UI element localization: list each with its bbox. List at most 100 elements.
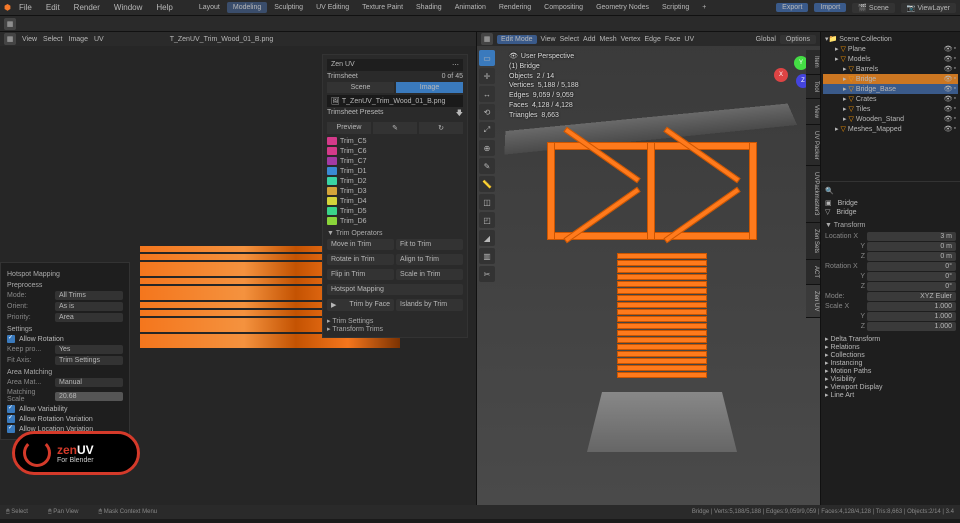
vp-menu-edge[interactable]: Edge <box>645 36 661 43</box>
priority-value[interactable]: Area <box>55 313 123 322</box>
fit-button[interactable]: Fit to Trim <box>396 239 463 250</box>
transform-header[interactable]: Transform <box>834 222 866 229</box>
trim-item[interactable]: Trim_C5 <box>327 136 463 146</box>
prop-mesh-name[interactable]: Bridge <box>836 209 856 216</box>
editor-type-icon[interactable]: ▦ <box>4 18 16 30</box>
nav-gizmo[interactable]: X Y Z <box>774 52 810 88</box>
vtab-uvpacker[interactable]: UV Packer <box>806 125 820 167</box>
rotate-tool[interactable]: ⟲ <box>479 104 495 120</box>
vtab-tool[interactable]: Tool <box>806 75 820 99</box>
trim-item[interactable]: Trim_D4 <box>327 196 463 206</box>
move-button[interactable]: Move in Trim <box>327 239 394 250</box>
workspace-texture[interactable]: Texture Paint <box>356 2 409 13</box>
vtab-zenuv[interactable]: Zen UV <box>806 285 820 318</box>
uv-menu-select[interactable]: Select <box>43 36 62 43</box>
trim-item[interactable]: Trim_C7 <box>327 156 463 166</box>
prop-obj-name[interactable]: Bridge <box>838 200 858 207</box>
restrict-icon[interactable]: ▫ <box>954 55 956 63</box>
menu-edit[interactable]: Edit <box>40 1 66 14</box>
restrict-icon[interactable]: ▫ <box>954 85 956 93</box>
uv-menu-image[interactable]: Image <box>69 36 88 43</box>
workspace-geonodes[interactable]: Geometry Nodes <box>590 2 655 13</box>
loc-y-value[interactable]: 0 m <box>867 242 956 251</box>
restrict-icon[interactable]: ▫ <box>954 45 956 53</box>
outliner-item[interactable]: ▸▽Wooden_Stand👁▫ <box>823 114 958 124</box>
bevel-tool[interactable]: ◢ <box>479 230 495 246</box>
inset-tool[interactable]: ◰ <box>479 212 495 228</box>
eye-icon[interactable]: 👁 <box>944 125 953 133</box>
prop-section[interactable]: ▸ Delta Transform <box>825 335 956 343</box>
outliner-item[interactable]: ▸▽Crates👁▫ <box>823 94 958 104</box>
eye-icon[interactable]: 👁 <box>944 95 953 103</box>
prop-section[interactable]: ▸ Visibility <box>825 375 956 383</box>
workspace-rendering[interactable]: Rendering <box>493 2 537 13</box>
workspace-compositing[interactable]: Compositing <box>538 2 589 13</box>
options-button[interactable]: Options <box>780 35 816 44</box>
restrict-icon[interactable]: ▫ <box>954 65 956 73</box>
mode-badge[interactable]: Edit Mode <box>497 35 537 44</box>
axis-x-icon[interactable]: X <box>774 68 788 82</box>
tab-image[interactable]: Image <box>396 82 463 93</box>
mode-value[interactable]: All Trims <box>55 291 123 300</box>
prop-section[interactable]: ▸ Collections <box>825 351 956 359</box>
prop-section[interactable]: ▸ Relations <box>825 343 956 351</box>
edit-icon[interactable]: ✎ <box>373 122 417 134</box>
restrict-icon[interactable]: ▫ <box>954 75 956 83</box>
viewport-editor-icon[interactable]: ▦ <box>481 33 493 45</box>
prop-section[interactable]: ▸ Viewport Display <box>825 383 956 391</box>
measure-tool[interactable]: 📏 <box>479 176 495 192</box>
scale-x-value[interactable]: 1.000 <box>867 302 956 311</box>
viewport-3d[interactable]: ▦ Edit Mode View Select Add Mesh Vertex … <box>476 32 820 505</box>
rotate-button[interactable]: Rotate in Trim <box>327 254 394 265</box>
global-dropdown[interactable]: Global <box>756 36 776 43</box>
loc-z-value[interactable]: 0 m <box>867 252 956 261</box>
menu-window[interactable]: Window <box>108 1 148 14</box>
scale-button[interactable]: Scale in Trim <box>396 269 463 280</box>
transform-tool[interactable]: ⊕ <box>479 140 495 156</box>
outliner-item[interactable]: ▸▽Models👁▫ <box>823 54 958 64</box>
trim-item[interactable]: Trim_D1 <box>327 166 463 176</box>
outliner-scene-collection[interactable]: ▾📁Scene Collection <box>823 34 958 44</box>
vp-menu-vertex[interactable]: Vertex <box>621 36 641 43</box>
close-icon[interactable]: ⋯ <box>452 61 459 69</box>
vp-menu-uv[interactable]: UV <box>684 36 694 43</box>
workspace-uv[interactable]: UV Editing <box>310 2 355 13</box>
eye-icon[interactable]: 👁 <box>944 85 953 93</box>
allow-rotation-check[interactable]: Allow Rotation <box>7 335 123 343</box>
rot-y-value[interactable]: 0° <box>867 272 956 281</box>
uv-menu-view[interactable]: View <box>22 36 37 43</box>
eye-icon[interactable]: 👁 <box>944 55 953 63</box>
tab-scene[interactable]: Scene <box>327 82 394 93</box>
eye-icon[interactable]: 👁 <box>944 115 953 123</box>
eye-icon[interactable]: 👁 <box>944 75 953 83</box>
workspace-shading[interactable]: Shading <box>410 2 448 13</box>
rot-z-value[interactable]: 0° <box>867 282 956 291</box>
knife-tool[interactable]: ✂ <box>479 266 495 282</box>
vp-menu-face[interactable]: Face <box>665 36 681 43</box>
eye-icon[interactable]: 👁 <box>944 105 953 113</box>
outliner-item[interactable]: ▸▽Meshes_Mapped👁▫ <box>823 124 958 134</box>
presets-dropdown-icon[interactable]: 🡇 <box>456 109 463 120</box>
trim-item[interactable]: Trim_C6 <box>327 146 463 156</box>
uv-editor-icon[interactable]: ▦ <box>4 33 16 45</box>
workspace-animation[interactable]: Animation <box>449 2 492 13</box>
trim-item[interactable]: Trim_D2 <box>327 176 463 186</box>
hotspot-map-button[interactable]: Hotspot Mapping <box>327 284 463 295</box>
vtab-item[interactable]: Item <box>806 50 820 75</box>
uv-menu-uv[interactable]: UV <box>94 36 104 43</box>
eye-icon[interactable]: 👁 <box>944 45 953 53</box>
align-button[interactable]: Align to Trim <box>396 254 463 265</box>
annotate-tool[interactable]: ✎ <box>479 158 495 174</box>
menu-help[interactable]: Help <box>150 1 178 14</box>
preview-button[interactable]: Preview <box>327 122 371 134</box>
select-tool[interactable]: ▭ <box>479 50 495 66</box>
prop-section[interactable]: ▸ Line Art <box>825 391 956 399</box>
flip-button[interactable]: Flip in Trim <box>327 269 394 280</box>
orient-value[interactable]: As is <box>55 302 123 311</box>
export-button[interactable]: Export <box>776 3 808 12</box>
islands-by-trim-button[interactable]: Islands by Trim <box>396 299 463 311</box>
menu-file[interactable]: File <box>13 1 38 14</box>
outliner-item[interactable]: ▸▽Bridge_Base👁▫ <box>823 84 958 94</box>
workspace-layout[interactable]: Layout <box>193 2 226 13</box>
refresh-icon[interactable]: ↻ <box>419 122 463 134</box>
